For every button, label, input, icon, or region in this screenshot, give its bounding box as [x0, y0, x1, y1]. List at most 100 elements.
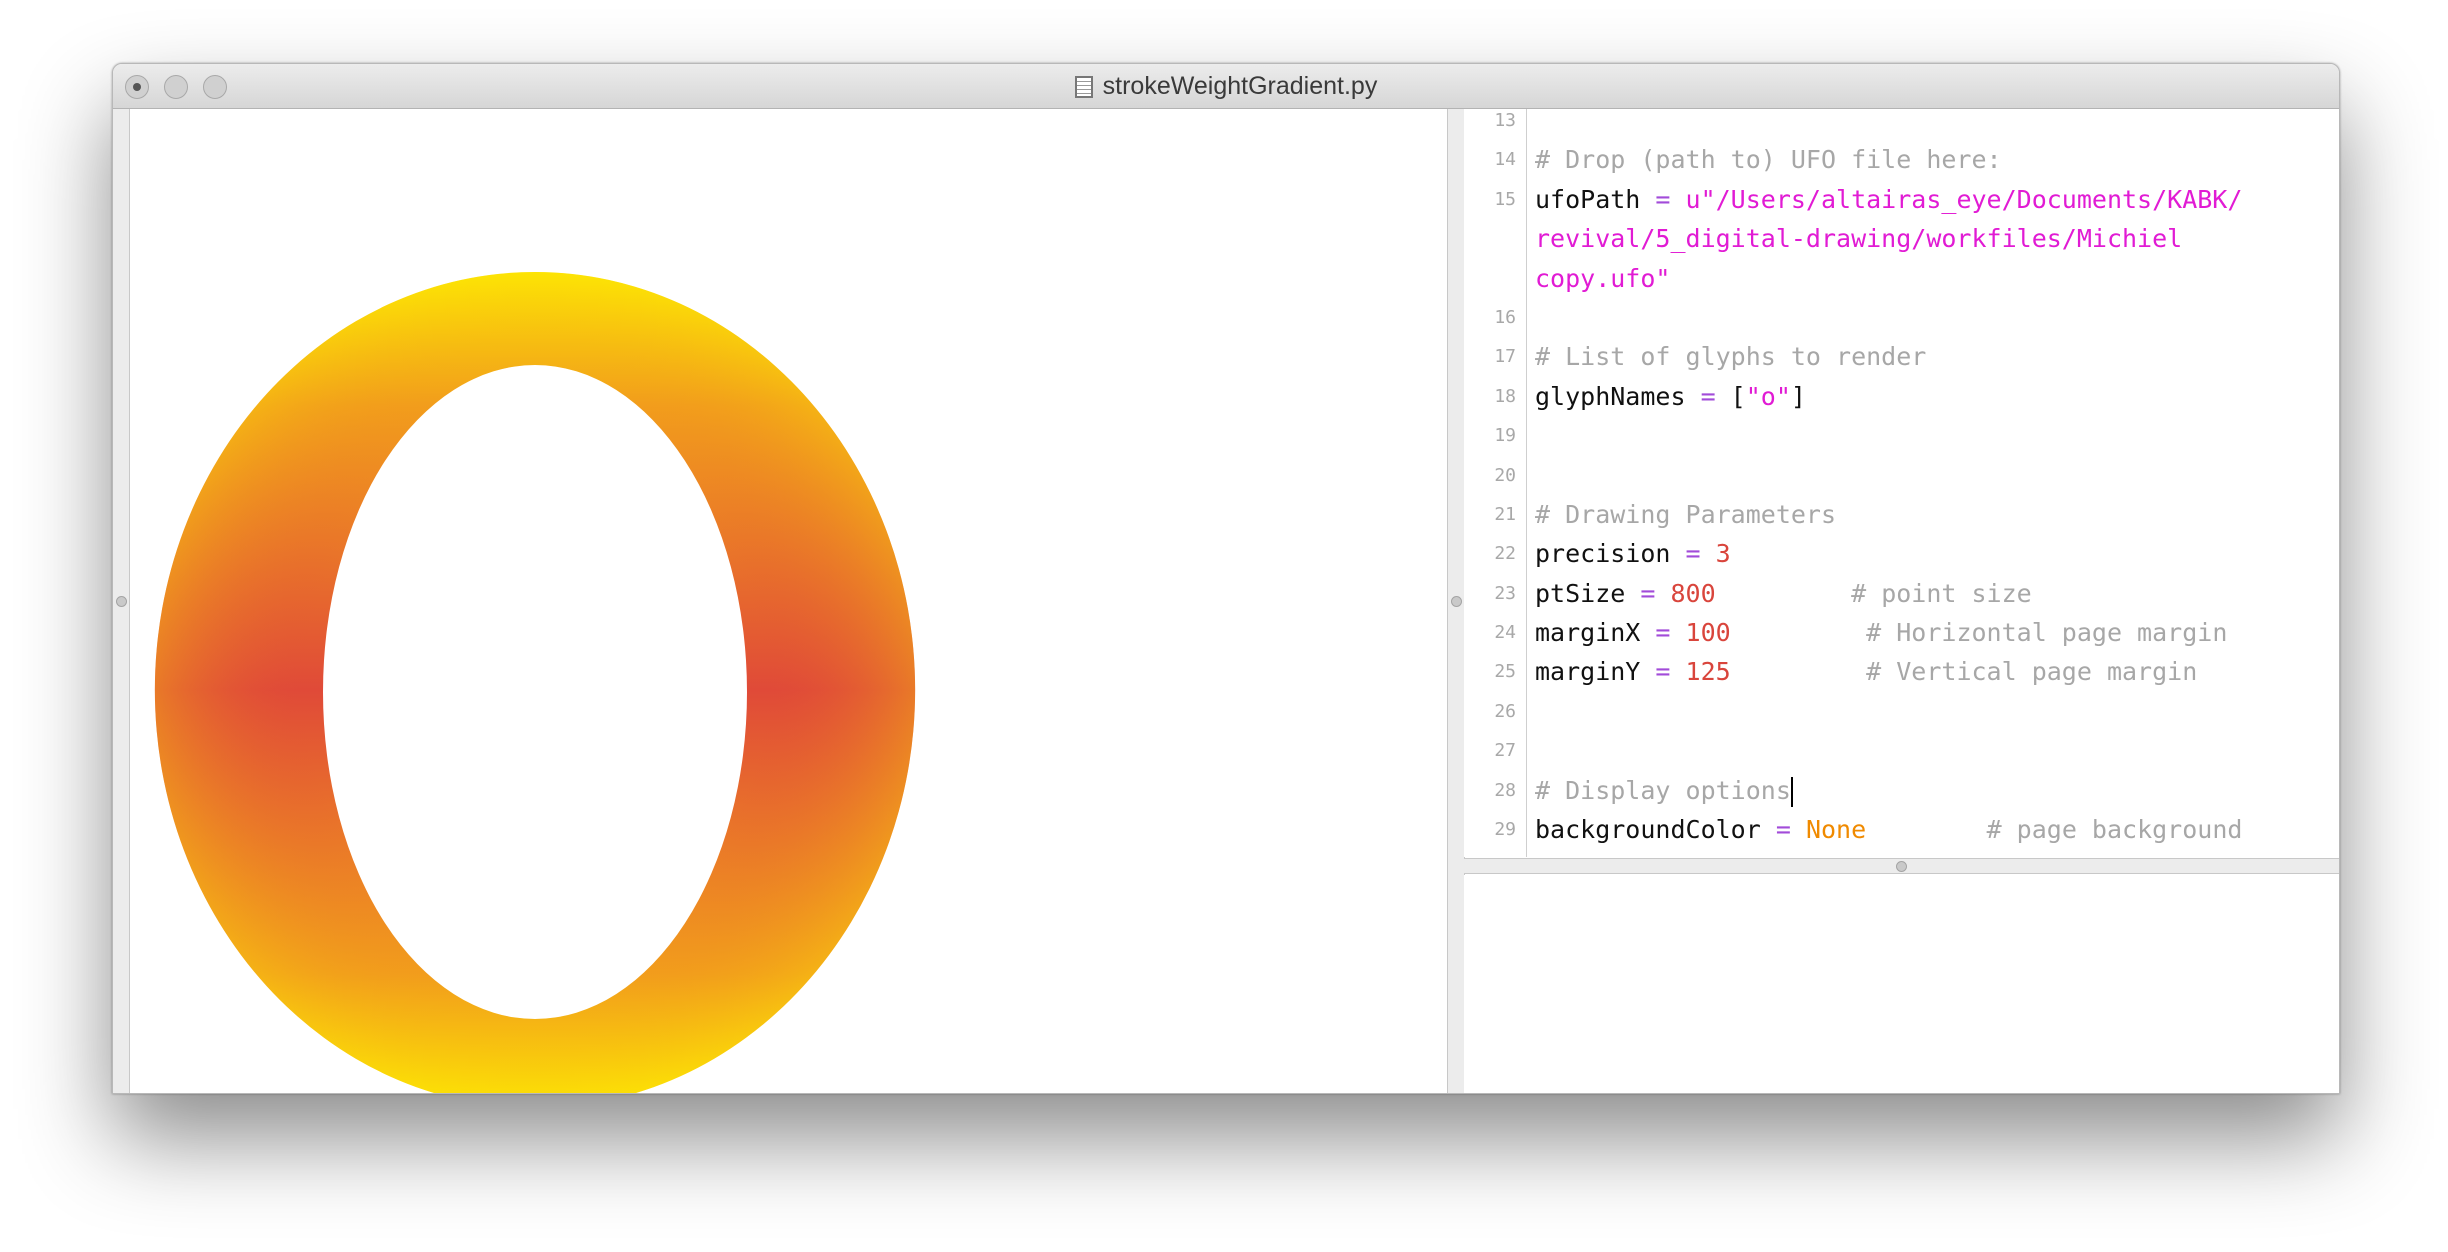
window-title-wrap: strokeWeightGradient.py [113, 72, 2339, 105]
code-token: = [1640, 618, 1686, 648]
code-token: = [1625, 578, 1671, 608]
document-icon [1074, 75, 1093, 98]
code-line[interactable]: 26 [1464, 692, 2339, 731]
code-text: # Display options [1526, 771, 1793, 810]
left-drag-handle-icon[interactable] [116, 596, 127, 607]
code-line[interactable]: 27 [1464, 731, 2339, 770]
line-number: 18 [1494, 385, 1516, 407]
line-number: 19 [1494, 425, 1516, 447]
code-line[interactable]: 14 # Drop (path to) UFO file here: [1464, 140, 2339, 179]
code-line[interactable]: revival/5_digital-drawing/workfiles/Mich… [1464, 219, 2339, 258]
code-token: = [1685, 381, 1731, 411]
output-console[interactable] [1464, 875, 2339, 1093]
code-text: revival/5_digital-drawing/workfiles/Mich… [1526, 219, 2182, 258]
code-line[interactable]: copy.ufo" [1464, 259, 2339, 298]
code-token: # page background [1866, 815, 2243, 845]
code-editor[interactable]: 13 14 # Drop (path to) UFO file here: 15 ufo… [1464, 109, 2339, 857]
line-number [1464, 259, 1526, 298]
code-line[interactable]: 22 precision = 3 [1464, 534, 2339, 573]
code-token: "o" [1745, 381, 1791, 411]
code-token: 800 [1670, 578, 1716, 608]
code-token: ufoPath [1535, 184, 1641, 214]
code-token: # point size [1715, 578, 2032, 608]
line-number: 24 [1494, 622, 1516, 644]
glyph-o-drawing [155, 272, 915, 1093]
code-text: # List of glyphs to render [1526, 337, 1926, 376]
line-number: 23 [1494, 582, 1516, 604]
code-token: # Drawing Parameters [1535, 499, 1837, 529]
code-text: ufoPath = u"/Users/altairas_eye/Document… [1526, 180, 2242, 219]
code-token: = [1760, 815, 1806, 845]
code-token: = [1640, 657, 1686, 687]
line-number: 29 [1494, 819, 1516, 841]
glyph-o [155, 272, 915, 1093]
code-text: copy.ufo" [1526, 259, 1670, 298]
code-text: # Drop (path to) UFO file here: [1526, 140, 2002, 179]
code-token: u"/Users/altairas_eye/Documents/KABK/ [1685, 184, 2243, 214]
line-number: 14 [1494, 149, 1516, 171]
code-line[interactable]: 29 backgroundColor = None # page backgrou… [1464, 810, 2339, 849]
code-token: precision [1535, 539, 1671, 569]
code-line[interactable]: 16 [1464, 298, 2339, 337]
code-token: # Display options [1535, 775, 1791, 805]
line-number: 17 [1494, 346, 1516, 368]
code-token: 125 [1685, 657, 1731, 687]
code-line[interactable]: 20 [1464, 456, 2339, 495]
code-token: # Vertical page margin [1730, 657, 2198, 687]
code-token: = [1670, 539, 1716, 569]
code-text: # Drawing Parameters [1526, 495, 1836, 534]
code-token: revival/5_digital-drawing/workfiles/Mich… [1535, 224, 2183, 254]
code-token: = [1640, 184, 1686, 214]
text-caret [1790, 776, 1793, 807]
code-token: marginY [1535, 657, 1641, 687]
line-number: 21 [1494, 503, 1516, 525]
code-token: 3 [1715, 539, 1731, 569]
code-line[interactable]: 18 glyphNames = ["o"] [1464, 377, 2339, 416]
code-text: glyphNames = ["o"] [1526, 377, 1806, 416]
line-number: 16 [1494, 306, 1516, 328]
code-token: ptSize [1535, 578, 1626, 608]
line-number: 20 [1494, 464, 1516, 486]
line-number: 22 [1494, 543, 1516, 565]
left-resize-strip[interactable] [113, 109, 130, 1093]
title-bar[interactable]: strokeWeightGradient.py [113, 64, 2339, 109]
code-line[interactable]: 25 marginY = 125 # Vertical page margin [1464, 652, 2339, 691]
code-line[interactable]: 19 [1464, 416, 2339, 455]
code-token: glyphNames [1535, 381, 1686, 411]
code-line[interactable]: 17 # List of glyphs to render [1464, 337, 2339, 376]
line-number: 28 [1494, 779, 1516, 801]
code-line[interactable]: 28 # Display options [1464, 771, 2339, 810]
line-number: 27 [1494, 740, 1516, 762]
line-number: 15 [1494, 188, 1516, 210]
code-text: backgroundColor = None # page background [1526, 810, 2242, 849]
vertical-splitter[interactable] [1447, 109, 1465, 1093]
code-line[interactable]: 23 ptSize = 800 # point size [1464, 574, 2339, 613]
code-text: ptSize = 800 # point size [1526, 574, 2032, 613]
code-token: None [1805, 815, 1867, 845]
code-token: backgroundColor [1535, 815, 1761, 845]
code-lines[interactable]: 13 14 # Drop (path to) UFO file here: 15 ufo… [1464, 109, 2339, 849]
window-title: strokeWeightGradient.py [1102, 72, 1378, 100]
code-token: # List of glyphs to render [1535, 342, 1927, 372]
code-token: marginX [1535, 618, 1641, 648]
code-token: 100 [1685, 618, 1731, 648]
drawing-canvas [130, 109, 1560, 1093]
code-line[interactable]: 15 ufoPath = u"/Users/altairas_eye/Docume… [1464, 180, 2339, 219]
code-line[interactable]: 24 marginX = 100 # Horizontal page margin [1464, 613, 2339, 652]
code-line[interactable]: 21 # Drawing Parameters [1464, 495, 2339, 534]
horizontal-splitter[interactable] [1464, 858, 2339, 874]
horizontal-splitter-handle-icon[interactable] [1896, 861, 1907, 872]
splitter-handle-icon[interactable] [1451, 596, 1462, 607]
code-text: marginY = 125 # Vertical page margin [1526, 652, 2197, 691]
line-number: 13 [1494, 110, 1516, 131]
code-text: marginX = 100 # Horizontal page margin [1526, 613, 2227, 652]
code-token: # Horizontal page margin [1730, 618, 2228, 648]
code-line[interactable]: 13 [1464, 109, 2339, 140]
line-number [1464, 219, 1526, 258]
